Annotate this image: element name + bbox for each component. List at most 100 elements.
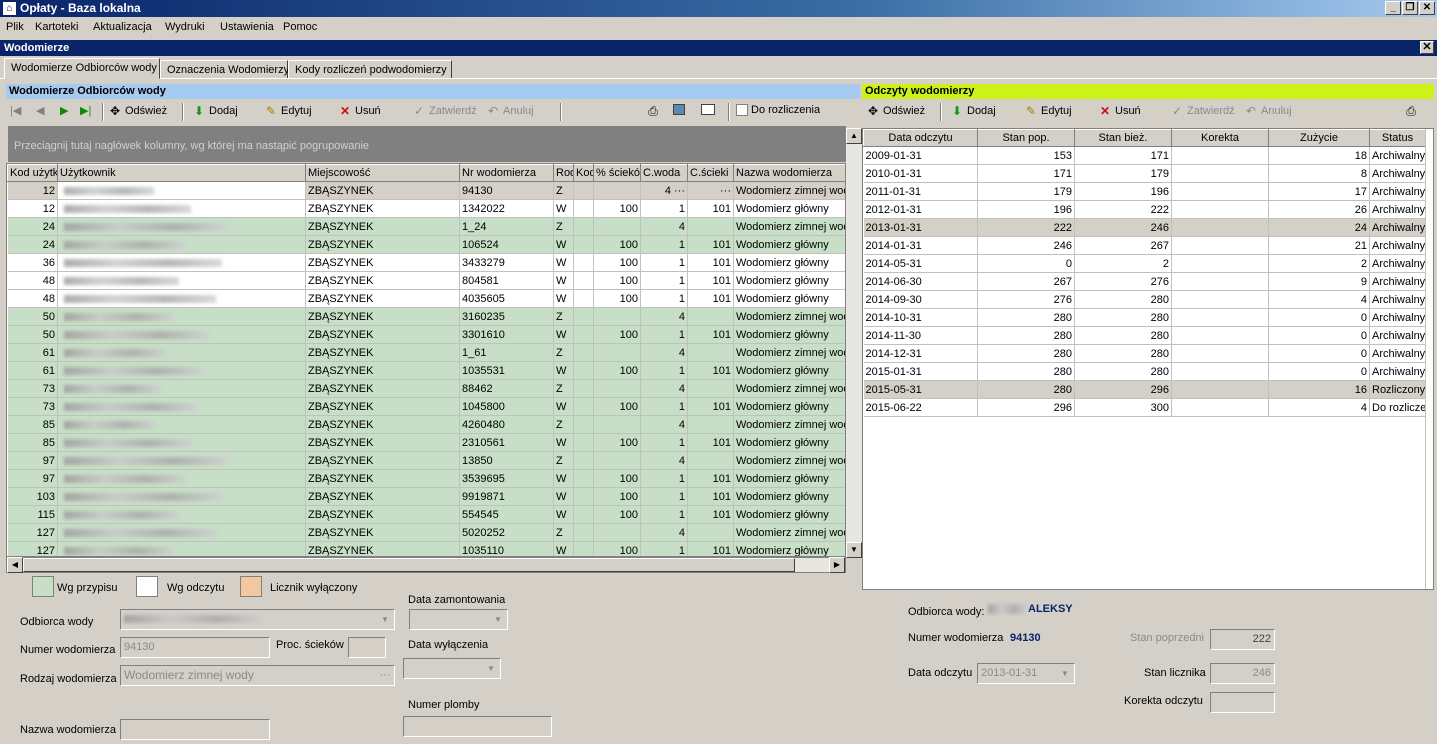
minimize-icon[interactable]: _ <box>1385 1 1401 15</box>
scroll-right-icon[interactable]: ▶ <box>829 557 845 573</box>
table-row[interactable]: 103 ZBĄSZYNEK 9919871 W 100 1 101 Wodomierz głó… <box>7 487 845 506</box>
column-header[interactable]: Nr wodomierza <box>459 164 554 182</box>
table-row[interactable]: 61 ZBĄSZYNEK 1035531 W 100 1 101 Wodomierz głów… <box>7 361 845 380</box>
korekta-field[interactable] <box>1210 692 1275 713</box>
table-row[interactable]: 97 ZBĄSZYNEK 13850 Z 4 Wodomierz zimnej wod <box>7 451 845 470</box>
table-row[interactable]: 73 ZBĄSZYNEK 88462 Z 4 Wodomierz zimnej wod <box>7 379 845 398</box>
table-row[interactable]: 85 ZBĄSZYNEK 4260480 Z 4 Wodomierz zimnej wod <box>7 415 845 434</box>
readings-edit-button[interactable]: ✎ Edytuj <box>1024 104 1072 118</box>
table-row[interactable]: 127 ZBĄSZYNEK 1035110 W 100 1 101 Wodomierz głó… <box>7 541 845 556</box>
table-row[interactable]: 115 ZBĄSZYNEK 554545 W 100 1 101 Wodomierz głów… <box>7 505 845 524</box>
checkbox-box[interactable] <box>736 104 748 116</box>
table-row[interactable]: 48 ZBĄSZYNEK 4035605 W 100 1 101 Wodomierz głów… <box>7 289 845 308</box>
readings-delete-button[interactable]: ✕ Usuń <box>1098 104 1141 118</box>
data-wyl-select[interactable]: ▼ <box>403 658 501 679</box>
table-row[interactable]: 61 ZBĄSZYNEK 1_61 Z 4 Wodomierz zimnej wod <box>7 343 845 362</box>
table-row[interactable]: 97 ZBĄSZYNEK 3539695 W 100 1 101 Wodomierz głów… <box>7 469 845 488</box>
print-icon[interactable]: ⎙ <box>646 104 660 118</box>
nazwa-field[interactable] <box>120 719 270 740</box>
table-row[interactable]: 73 ZBĄSZYNEK 1045800 W 100 1 101 Wodomierz głów… <box>7 397 845 416</box>
tab-wodomierze-odbiorcow[interactable]: Wodomierze Odbiorców wody <box>4 58 160 79</box>
readings-refresh-button[interactable]: ✥ Odśwież <box>866 104 925 118</box>
scroll-up-icon[interactable]: ▲ <box>846 128 862 144</box>
menu-kartoteki[interactable]: Kartoteki <box>35 21 78 33</box>
table-row[interactable]: 50 ZBĄSZYNEK 3301610 W 100 1 101 Wodomierz głów… <box>7 325 845 344</box>
table-row[interactable]: 127 ZBĄSZYNEK 5020252 Z 4 Wodomierz zimnej wo… <box>7 523 845 542</box>
ellipsis-icon[interactable]: ··· <box>378 668 392 683</box>
scroll-left-icon[interactable]: ◀ <box>7 557 23 573</box>
meters-vscrollbar[interactable]: ▲ ▼ <box>846 128 862 558</box>
column-header[interactable]: Rod <box>553 164 574 182</box>
readings-row[interactable]: 2015-06-22 296 300 4 Do rozlicze <box>863 398 1426 417</box>
confirm-button[interactable]: ✓ Zatwierdź <box>412 104 477 118</box>
readings-confirm-button[interactable]: ✓ Zatwierdź <box>1170 104 1235 118</box>
table-row[interactable]: 24 ZBĄSZYNEK 106524 W 100 1 101 Wodomierz główn… <box>7 235 845 254</box>
nav-first-icon[interactable]: |◀ <box>10 104 21 117</box>
add-button[interactable]: ⬇ Dodaj <box>192 104 238 118</box>
readings-row[interactable]: 2014-10-31 280 280 0 Archiwalny <box>863 308 1426 327</box>
data-mont-select[interactable]: ▼ <box>409 609 508 630</box>
readings-row[interactable]: 2013-01-31 222 246 24 Archiwalny <box>863 218 1426 237</box>
menu-wydruki[interactable]: Wydruki <box>165 21 205 33</box>
menu-aktualizacja[interactable]: Aktualizacja <box>93 21 152 33</box>
table-row[interactable]: 12 ZBĄSZYNEK 1342022 W 100 1 101 Wodomierz głów… <box>7 199 845 218</box>
scroll-down-icon[interactable]: ▼ <box>846 542 862 558</box>
proc-field[interactable] <box>348 637 386 658</box>
group-by-panel[interactable]: Przeciągnij tutaj nagłówek kolumny, wg k… <box>8 126 846 162</box>
readings-row[interactable]: 2012-01-31 196 222 26 Archiwalny <box>863 200 1426 219</box>
for-settlement-checkbox[interactable]: Do rozliczenia <box>736 104 820 116</box>
stan-licz-field[interactable]: 246 <box>1210 663 1275 684</box>
column-header[interactable]: Nazwa wodomierza <box>733 164 845 182</box>
meters-hscrollbar[interactable]: ◀ ▶ <box>6 557 846 573</box>
readings-row[interactable]: 2014-06-30 267 276 9 Archiwalny <box>863 272 1426 291</box>
table-row[interactable]: 48 ZBĄSZYNEK 804581 W 100 1 101 Wodomierz główn… <box>7 271 845 290</box>
readings-row[interactable]: 2011-01-31 179 196 17 Archiwalny <box>863 182 1426 201</box>
readings-column-header[interactable]: Korekta <box>1171 129 1269 147</box>
readings-column-header[interactable]: Stan bież. <box>1074 129 1172 147</box>
readings-row[interactable]: 2015-01-31 280 280 0 Archiwalny <box>863 362 1426 381</box>
menu-plik[interactable]: Plik <box>6 21 24 33</box>
column-header[interactable]: Kod użytk <box>7 164 58 182</box>
close-child-icon[interactable]: ✕ <box>1420 41 1434 54</box>
cancel-button[interactable]: ↶ Anuluj <box>486 104 534 118</box>
readings-row[interactable]: 2014-01-31 246 267 21 Archiwalny <box>863 236 1426 255</box>
readings-column-header[interactable]: Zużycie <box>1268 129 1370 147</box>
tab-oznaczenia[interactable]: Oznaczenia Wodomierzy <box>160 60 289 79</box>
nav-next-icon[interactable]: ▶ <box>60 104 68 117</box>
table-row[interactable]: 36 ZBĄSZYNEK 3433279 W 100 1 101 Wodomierz głów… <box>7 253 845 272</box>
rodzaj-field[interactable]: Wodomierz zimnej wody ··· <box>120 665 395 686</box>
readings-row[interactable]: 2014-05-31 0 2 2 Archiwalny <box>863 254 1426 273</box>
stan-pop-field[interactable]: 222 <box>1210 629 1275 650</box>
readings-column-header[interactable]: Status <box>1369 129 1426 147</box>
hscroll-thumb[interactable] <box>23 558 795 572</box>
readings-row[interactable]: 2014-11-30 280 280 0 Archiwalny <box>863 326 1426 345</box>
refresh-button[interactable]: ✥ Odśwież <box>108 104 167 118</box>
column-header[interactable]: C.woda <box>640 164 688 182</box>
readings-cancel-button[interactable]: ↶ Anuluj <box>1244 104 1292 118</box>
delete-button[interactable]: ✕ Usuń <box>338 104 381 118</box>
menu-ustawienia[interactable]: Ustawienia <box>220 21 274 33</box>
numer-field[interactable]: 94130 <box>120 637 270 658</box>
table-row[interactable]: 50 ZBĄSZYNEK 3160235 Z 4 Wodomierz zimnej wod <box>7 307 845 326</box>
readings-row[interactable]: 2009-01-31 153 171 18 Archiwalny <box>863 146 1426 165</box>
table-row[interactable]: 12 ZBĄSZYNEK 94130 Z 4 ··· ··· Wodomierz zimne… <box>7 181 845 200</box>
close-icon[interactable]: ✕ <box>1419 1 1435 15</box>
edit-button[interactable]: ✎ Edytuj <box>264 104 312 118</box>
readings-column-header[interactable]: Data odczytu <box>863 129 978 147</box>
plomba-field[interactable] <box>403 716 552 737</box>
table-row[interactable]: 85 ZBĄSZYNEK 2310561 W 100 1 101 Wodomierz głów… <box>7 433 845 452</box>
readings-row[interactable]: 2015-05-31 280 296 16 Rozliczony <box>863 380 1426 399</box>
readings-row[interactable]: 2014-12-31 280 280 0 Archiwalny <box>863 344 1426 363</box>
menu-pomoc[interactable]: Pomoc <box>283 21 317 33</box>
readings-column-header[interactable]: Stan pop. <box>977 129 1075 147</box>
nav-last-icon[interactable]: ▶| <box>80 104 91 117</box>
readings-print-icon[interactable]: ⎙ <box>1404 104 1418 118</box>
view-icon[interactable] <box>673 104 685 115</box>
r-data-select[interactable]: 2013-01-31 ▼ <box>977 663 1075 684</box>
layout-icon[interactable] <box>701 104 715 115</box>
column-header[interactable]: Użytkownik <box>57 164 306 182</box>
readings-add-button[interactable]: ⬇ Dodaj <box>950 104 996 118</box>
odbiorca-select[interactable]: ▼ <box>120 609 395 630</box>
readings-row[interactable]: 2014-09-30 276 280 4 Archiwalny <box>863 290 1426 309</box>
column-header[interactable]: Kod <box>573 164 594 182</box>
